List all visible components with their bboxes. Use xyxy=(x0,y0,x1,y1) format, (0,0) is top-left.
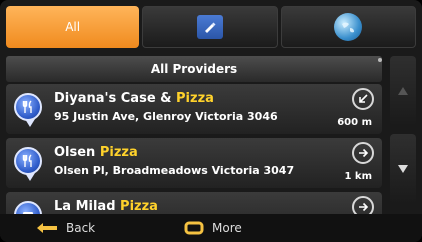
scroll-controls xyxy=(390,56,416,212)
arrow-right-icon xyxy=(352,196,374,214)
scroll-down-button[interactable] xyxy=(390,134,416,204)
list-item[interactable]: Olsen Pizza Olsen Pl, Broadmeadows Victo… xyxy=(6,138,382,188)
back-arrow-icon xyxy=(37,223,57,233)
triangle-up-icon xyxy=(398,87,408,95)
filter-tabs: All xyxy=(6,6,416,48)
match-highlight: Pizza xyxy=(176,91,214,106)
edit-icon xyxy=(196,15,223,39)
provider-label: All Providers xyxy=(150,62,238,76)
result-name: Olsen Pizza xyxy=(54,145,138,160)
more-button[interactable]: More xyxy=(156,214,296,242)
result-address: Olsen Pl, Broadmeadows Victoria 3047 xyxy=(54,164,295,177)
match-highlight: Pizza xyxy=(99,145,138,160)
back-button[interactable]: Back xyxy=(0,214,156,242)
more-label: More xyxy=(212,221,242,235)
result-name: La Milad Pizza xyxy=(54,199,158,214)
bottom-bar: Back More xyxy=(0,214,422,242)
list-item[interactable]: La Milad Pizza xyxy=(6,192,382,214)
tab-all-label: All xyxy=(65,20,81,34)
arrow-right-icon xyxy=(352,142,374,164)
scroll-up-button[interactable] xyxy=(390,56,416,126)
back-label: Back xyxy=(66,221,96,235)
tab-online[interactable] xyxy=(280,6,416,48)
globe-icon xyxy=(334,13,363,41)
provider-selector[interactable]: All Providers xyxy=(6,56,382,82)
car-icon xyxy=(14,201,42,214)
result-address: 95 Justin Ave, Glenroy Victoria 3046 xyxy=(54,110,278,123)
scroll-indicator-dot xyxy=(378,58,382,62)
restaurant-icon xyxy=(14,93,42,127)
more-icon xyxy=(184,221,204,235)
result-name: Diyana's Case & Pizza xyxy=(54,91,214,106)
list-item[interactable]: Diyana's Case & Pizza 95 Justin Ave, Gle… xyxy=(6,84,382,134)
arrow-down-left-icon xyxy=(352,88,374,110)
restaurant-icon xyxy=(14,147,42,181)
search-results-screen: All All Providers Diyana's Case & Pizza … xyxy=(0,0,422,242)
tab-edit[interactable] xyxy=(142,6,278,48)
result-distance: 600 m xyxy=(337,117,372,128)
triangle-down-icon xyxy=(398,165,408,173)
result-distance: 1 km xyxy=(344,171,372,182)
match-highlight: Pizza xyxy=(120,199,158,214)
tab-all[interactable]: All xyxy=(6,6,140,48)
results-list: Diyana's Case & Pizza 95 Justin Ave, Gle… xyxy=(6,84,382,214)
